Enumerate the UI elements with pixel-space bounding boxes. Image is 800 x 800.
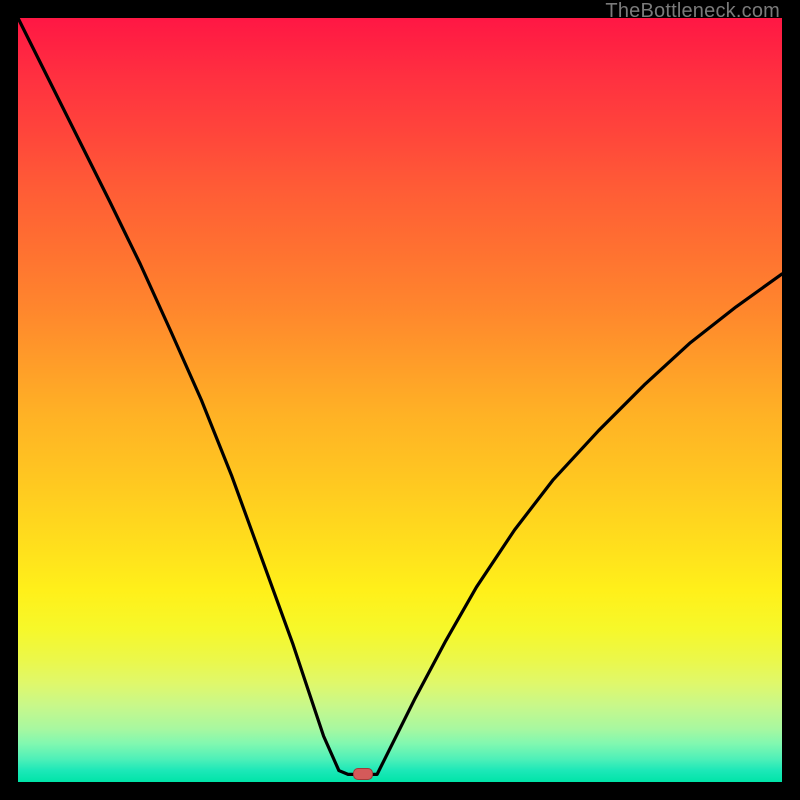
bottleneck-curve [18,18,782,782]
plot-area [18,18,782,782]
watermark-label: TheBottleneck.com [605,0,780,23]
chart-frame: TheBottleneck.com [0,0,800,800]
optimum-marker [353,768,373,780]
